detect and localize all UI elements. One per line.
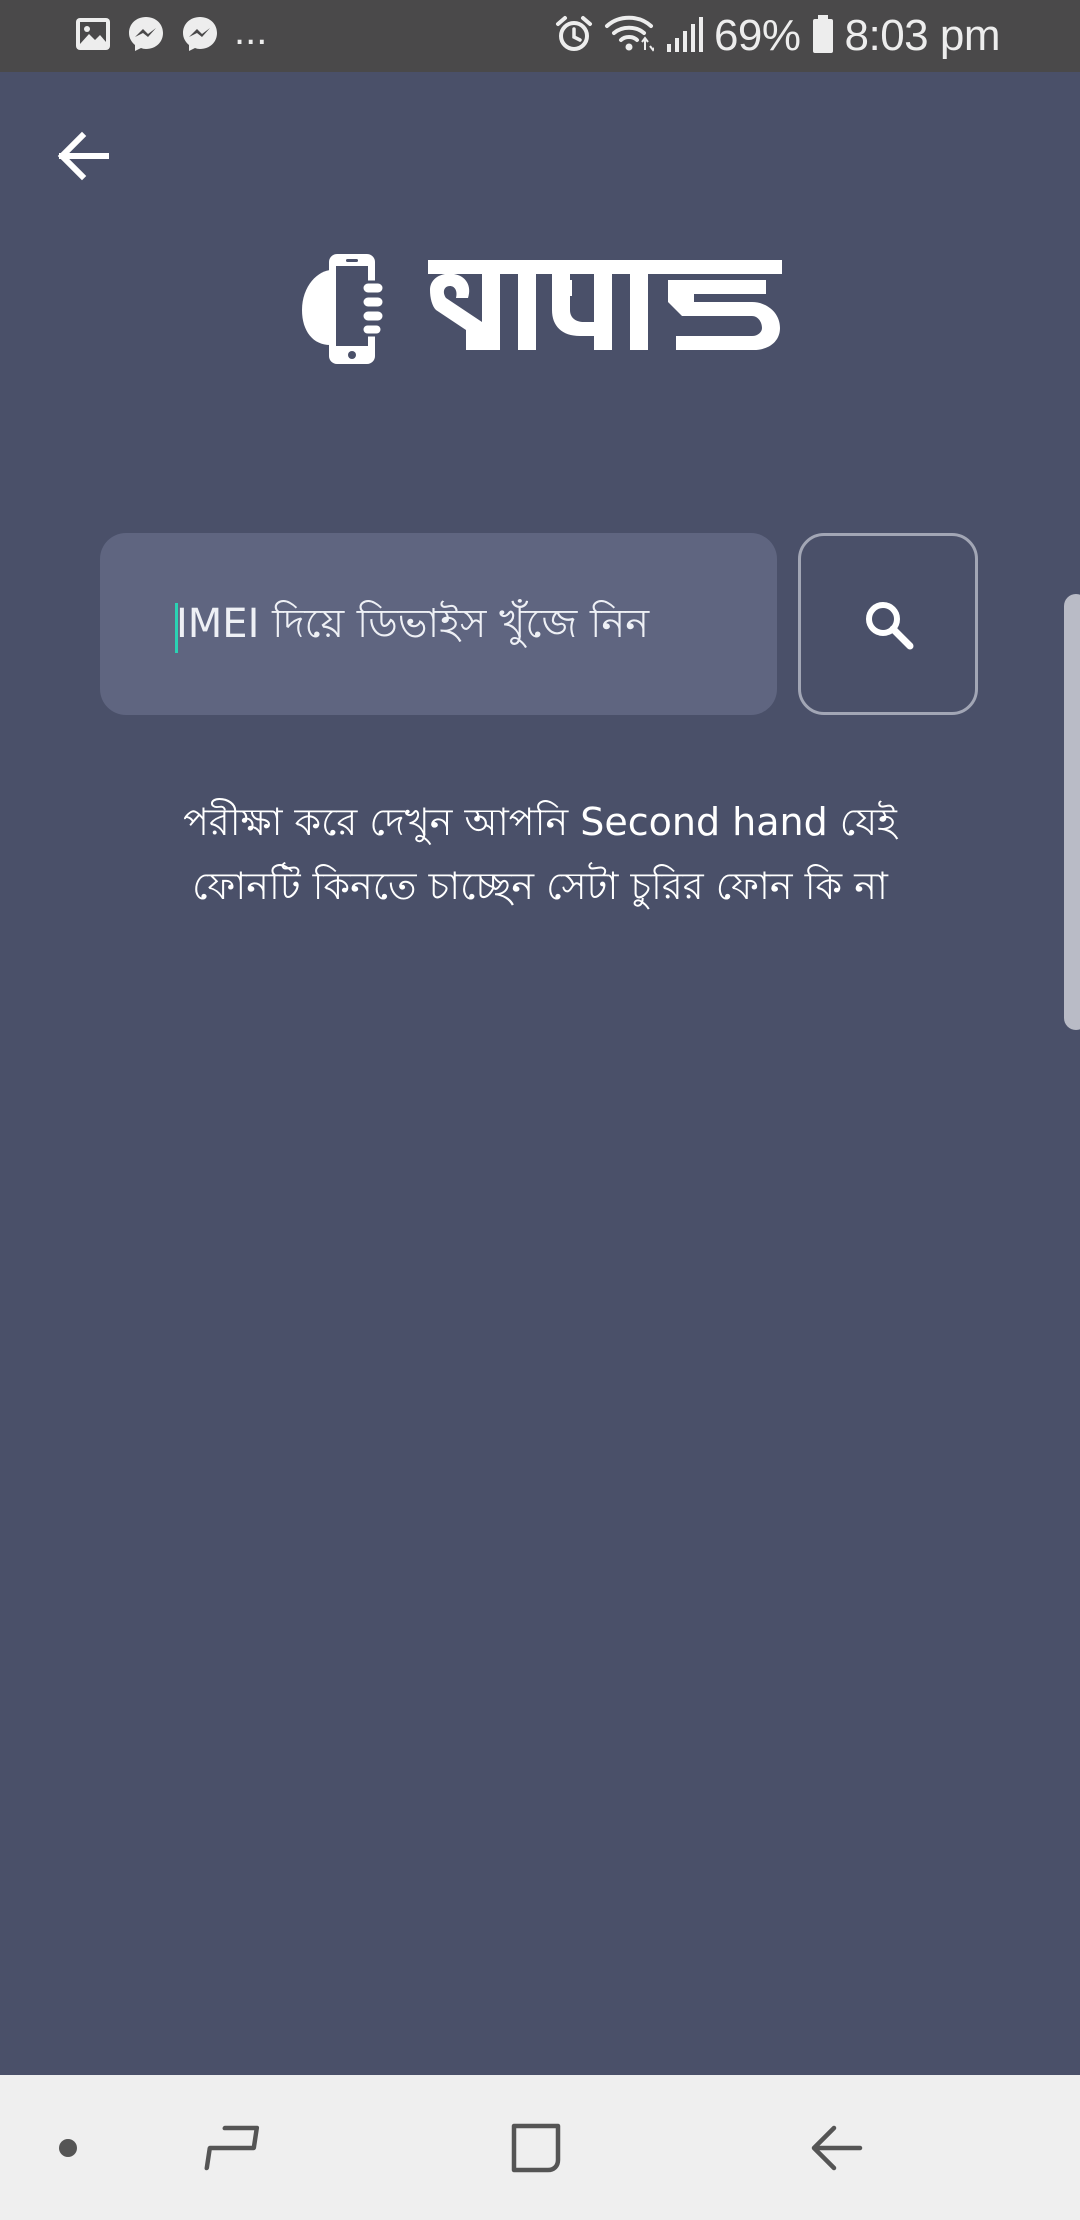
back-icon	[811, 2125, 863, 2170]
battery-icon	[811, 14, 835, 58]
nav-dot-button[interactable]	[38, 2075, 98, 2220]
app-logo	[296, 250, 786, 370]
system-back-button[interactable]	[800, 2075, 872, 2220]
logo-wordmark	[428, 260, 782, 350]
status-bar: ... 69% 8:03 pm	[0, 0, 1080, 72]
recent-apps-button[interactable]	[196, 2075, 268, 2220]
overflow-indicator: ...	[234, 9, 268, 53]
clock: 8:03 pm	[844, 11, 1001, 60]
arrow-left-icon	[57, 131, 109, 181]
home-button[interactable]	[500, 2075, 572, 2220]
system-icons: 69% 8:03 pm	[554, 10, 1001, 62]
navigation-bar	[0, 2075, 1080, 2220]
description-line-2: ফোনটি কিনতে চাচ্ছেন সেটা চুরির ফোন কি না	[192, 864, 888, 908]
alarm-icon	[554, 14, 594, 58]
imei-search-field[interactable]	[100, 533, 777, 715]
battery-percentage: 69%	[713, 11, 801, 60]
hand-phone-icon	[302, 254, 386, 364]
imei-search-input[interactable]	[176, 533, 756, 715]
description-line-1: পরীক্ষা করে দেখুন আপনি Second hand যেই	[183, 800, 897, 844]
image-icon	[74, 15, 112, 57]
search-icon	[866, 602, 914, 650]
scrollbar[interactable]	[1064, 594, 1080, 1030]
description-text: পরীক্ষা করে দেখুন আপনি Second hand যেই ফ…	[100, 790, 980, 918]
messenger-icon	[180, 14, 220, 58]
back-button[interactable]	[52, 124, 116, 188]
home-icon	[511, 2123, 561, 2172]
signal-icon	[664, 14, 704, 58]
notification-icons: ...	[74, 9, 268, 58]
messenger-icon	[126, 14, 166, 58]
search-button[interactable]	[798, 533, 978, 715]
recent-apps-icon	[204, 2125, 260, 2170]
dot-icon	[59, 2138, 77, 2157]
wifi-icon	[604, 14, 657, 58]
